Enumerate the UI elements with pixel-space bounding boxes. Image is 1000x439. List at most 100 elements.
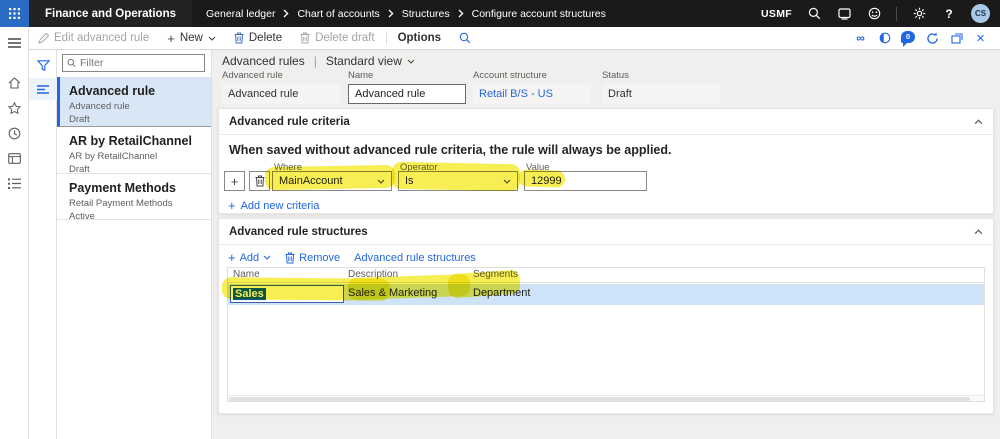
advanced-rule-field: Advanced rule Advanced rule — [222, 70, 340, 104]
advanced-rule-value: Advanced rule — [222, 84, 340, 104]
action-pane-right-icons: ∞ 0 ✕ — [853, 30, 1000, 47]
column-header-segments[interactable]: Segments — [473, 269, 518, 280]
home-icon[interactable] — [0, 72, 28, 94]
search-icon[interactable] — [806, 6, 822, 22]
name-cell-editor[interactable]: Sales — [230, 285, 344, 303]
modules-list-icon[interactable] — [0, 172, 28, 194]
add-criteria-row-button[interactable]: + — [224, 171, 245, 191]
chevron-right-icon — [458, 9, 464, 18]
top-navigation-bar: Finance and Operations General ledger Ch… — [0, 0, 1000, 27]
chevron-down-icon — [377, 179, 385, 184]
chevron-down-icon — [407, 59, 415, 64]
chevron-right-icon — [284, 9, 290, 18]
messages-bubble-icon[interactable]: 0 — [901, 30, 916, 47]
task-recorder-icon[interactable] — [836, 6, 852, 22]
help-icon[interactable]: ? — [941, 6, 957, 22]
list-item[interactable]: Advanced rule Advanced rule Draft — [57, 77, 211, 127]
close-icon[interactable]: ✕ — [973, 31, 988, 46]
pencil-icon — [38, 32, 49, 44]
attachments-icon[interactable]: ∞ — [853, 31, 868, 46]
operator-dropdown[interactable]: Is — [398, 171, 518, 191]
filter-funnel-icon[interactable] — [29, 54, 57, 76]
grid-row-selected[interactable]: Sales Sales & Marketing Department — [228, 284, 984, 305]
app-title[interactable]: Finance and Operations — [29, 0, 192, 27]
chevron-up-icon — [974, 228, 983, 234]
chevron-down-icon — [503, 179, 511, 184]
new-button[interactable]: + New — [158, 27, 225, 49]
chevron-right-icon — [388, 9, 394, 18]
status-badge: Draft — [69, 114, 90, 125]
advanced-rule-structures-link[interactable]: Advanced rule structures — [354, 252, 476, 264]
company-selector[interactable]: USMF — [761, 8, 792, 20]
list-item[interactable]: AR by RetailChannel AR by RetailChannel … — [57, 127, 211, 175]
add-new-criteria-link[interactable]: + Add new criteria — [228, 198, 319, 213]
list-tools-strip — [29, 50, 57, 439]
search-icon — [67, 58, 76, 67]
sidepane-icon[interactable] — [877, 31, 892, 46]
toolbar-divider — [385, 31, 387, 45]
chevron-down-icon — [263, 255, 271, 260]
structures-section-header[interactable]: Advanced rule structures — [219, 219, 993, 245]
trash-icon — [285, 252, 295, 263]
action-pane: Edit advanced rule + New Delete Delete d… — [29, 27, 1000, 50]
grid-add-button[interactable]: + Add — [228, 250, 271, 265]
app-launcher-waffle-icon[interactable] — [0, 0, 29, 27]
trash-icon — [234, 32, 244, 44]
breadcrumb-item[interactable]: Chart of accounts — [297, 8, 379, 20]
column-header-name[interactable]: Name — [233, 269, 260, 280]
filter-input[interactable] — [80, 57, 200, 69]
user-avatar[interactable]: CS — [971, 4, 990, 23]
toolbar-search-icon[interactable] — [450, 27, 480, 49]
topbar-divider — [896, 6, 897, 21]
delete-criteria-row-button[interactable] — [249, 171, 270, 191]
column-header-description[interactable]: Description — [348, 269, 398, 280]
recent-clock-icon[interactable] — [0, 122, 28, 144]
grid-toolbar: + Add Remove Advanced rule structures — [228, 250, 476, 265]
grid-remove-button[interactable]: Remove — [285, 252, 340, 264]
breadcrumb-item-current[interactable]: Configure account structures — [472, 8, 606, 20]
delete-draft-button[interactable]: Delete draft — [291, 27, 383, 49]
page-header: Advanced rules | Standard view — [222, 54, 415, 68]
settings-gear-icon[interactable] — [911, 6, 927, 22]
plus-icon: + — [167, 30, 175, 46]
popout-icon[interactable] — [949, 31, 964, 46]
nav-rail — [0, 27, 29, 439]
grid-header-row: Name Description Segments — [228, 268, 984, 283]
breadcrumb-item[interactable]: Structures — [402, 8, 450, 20]
criteria-message: When saved without advanced rule criteri… — [229, 143, 672, 157]
delete-button[interactable]: Delete — [225, 27, 291, 49]
description-cell[interactable]: Sales & Marketing — [348, 287, 437, 299]
advanced-rule-structures-section: Advanced rule structures + Add Remove Ad… — [218, 218, 994, 414]
breadcrumb-item[interactable]: General ledger — [206, 8, 275, 20]
account-structure-link[interactable]: Retail B/S - US — [473, 84, 591, 104]
view-selector[interactable]: Standard view — [326, 54, 415, 68]
name-input[interactable] — [348, 84, 466, 104]
value-input[interactable] — [524, 171, 647, 191]
workspaces-icon[interactable] — [0, 147, 28, 169]
horizontal-scrollbar[interactable] — [228, 395, 984, 401]
breadcrumb: General ledger Chart of accounts Structu… — [192, 8, 761, 20]
structures-grid: Name Description Segments Sales Sales & … — [227, 267, 985, 402]
segments-cell[interactable]: Department — [473, 287, 530, 299]
chevron-up-icon — [974, 118, 983, 124]
options-menu-button[interactable]: Options — [389, 27, 450, 49]
page-title: Advanced rules — [222, 54, 305, 68]
list-view-toggle-icon[interactable] — [29, 78, 57, 100]
list-item[interactable]: Payment Methods Retail Payment Methods A… — [57, 174, 211, 222]
edit-advanced-rule-button[interactable]: Edit advanced rule — [29, 27, 158, 49]
status-badge: Active — [69, 211, 95, 222]
refresh-icon[interactable] — [925, 31, 940, 46]
name-field: Name — [348, 70, 466, 104]
feedback-smiley-icon[interactable] — [866, 6, 882, 22]
plus-icon: + — [228, 250, 236, 265]
where-dropdown[interactable]: MainAccount — [272, 171, 392, 191]
favorites-star-icon[interactable] — [0, 97, 28, 119]
criteria-section-header[interactable]: Advanced rule criteria — [219, 109, 993, 135]
scrollbar-thumb[interactable] — [229, 397, 970, 401]
main-content: Advanced rules | Standard view Advanced … — [212, 50, 1000, 439]
trash-icon — [300, 32, 310, 44]
topbar-actions: USMF ? CS — [761, 4, 1000, 23]
trash-icon — [255, 175, 264, 187]
hamburger-menu-icon[interactable] — [0, 32, 28, 54]
advanced-rule-criteria-section: Advanced rule criteria When saved withou… — [218, 108, 994, 214]
